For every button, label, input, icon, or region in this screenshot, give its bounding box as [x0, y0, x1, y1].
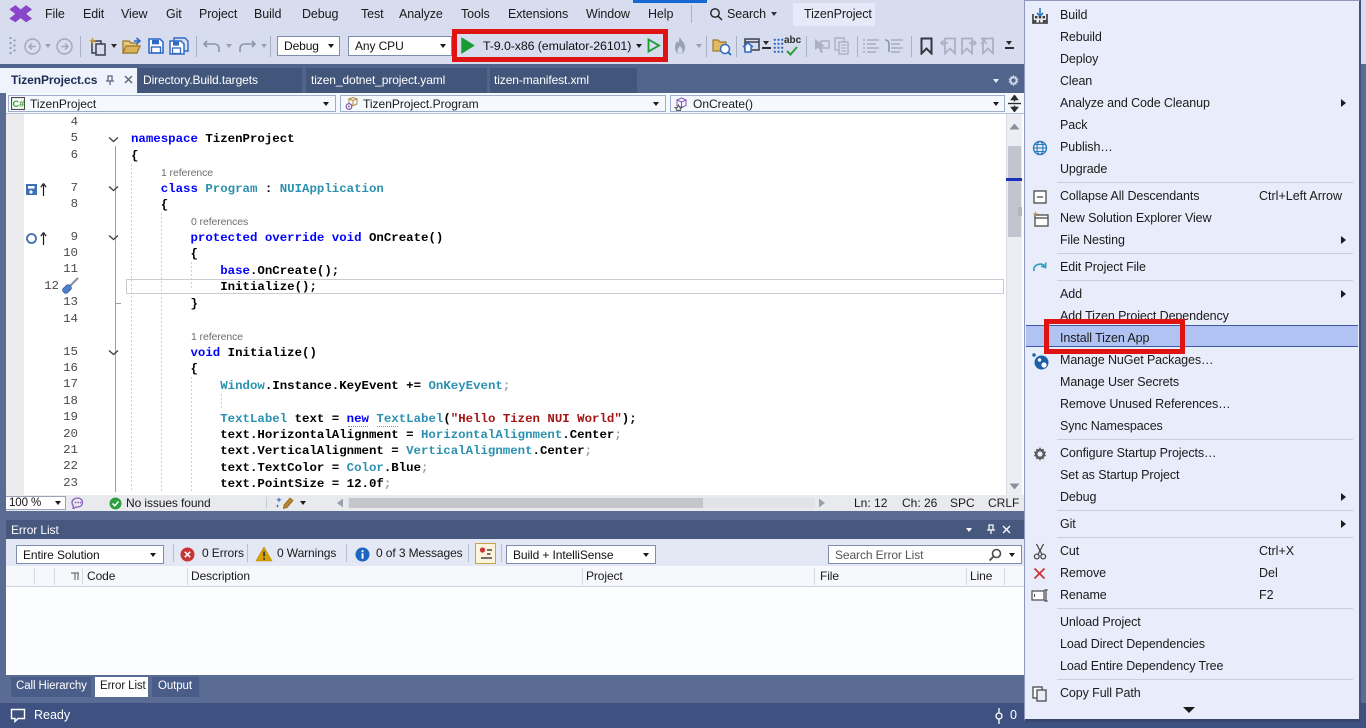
- svg-text:C#: C#: [13, 99, 25, 109]
